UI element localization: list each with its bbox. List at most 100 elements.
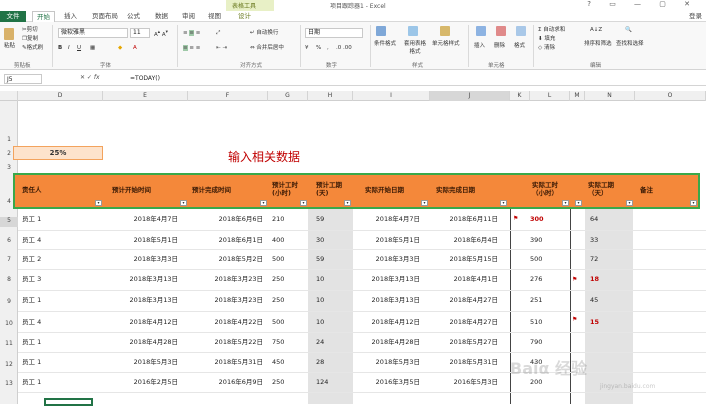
cell-plan-hours[interactable]: 250 — [272, 378, 302, 386]
selected-cell[interactable] — [44, 398, 93, 406]
cell-plan-days[interactable]: 24 — [316, 338, 346, 346]
cell-actual-end[interactable]: 2018年6月11日 — [420, 215, 498, 223]
column-header-I[interactable]: I — [353, 91, 430, 101]
cell-plan-start[interactable]: 2018年3月13日 — [103, 296, 178, 304]
tab-file[interactable]: 文件 — [0, 11, 26, 22]
fx-icon[interactable]: ✕ ✓ fx — [80, 74, 100, 81]
cell-plan-end[interactable]: 2016年6月9日 — [188, 378, 263, 386]
align-left-icon[interactable]: ≡ ≡ ≡ — [183, 44, 200, 52]
cell-actual-start[interactable]: 2018年4月7日 — [345, 215, 420, 223]
cell-plan-hours[interactable]: 450 — [272, 358, 302, 366]
row-header[interactable]: 5 — [0, 217, 18, 227]
find-select-button[interactable]: 查找和选择 — [616, 40, 644, 48]
cell-plan-hours[interactable]: 210 — [272, 215, 302, 223]
find-select-icon[interactable]: 🔍 — [625, 26, 632, 34]
column-header-M[interactable]: M — [570, 91, 585, 101]
cell-actual-hours[interactable]: 276 — [530, 275, 560, 283]
cell-actual-start[interactable]: 2016年3月5日 — [345, 378, 420, 386]
copy-button[interactable]: ❐复制 — [22, 35, 38, 43]
cell-actual-end[interactable]: 2018年5月31日 — [420, 358, 498, 366]
table-format-button[interactable]: 套用表格格式 — [402, 40, 428, 56]
cell-actual-start[interactable]: 2018年3月3日 — [345, 255, 420, 263]
cell-actual-start[interactable]: 2018年3月13日 — [345, 296, 420, 304]
formula-input[interactable]: =TODAY() — [130, 74, 160, 84]
column-header-F[interactable]: F — [188, 91, 268, 101]
row-header[interactable]: 11 — [0, 340, 18, 347]
format-cells-icon[interactable] — [516, 26, 526, 36]
cell-owner[interactable]: 员工 3 — [22, 275, 82, 283]
underline-button[interactable]: U — [77, 44, 81, 52]
cell-actual-end[interactable]: 2018年5月27日 — [420, 338, 498, 346]
insert-cells-button[interactable]: 插入 — [474, 42, 485, 50]
cell-plan-days[interactable]: 10 — [316, 296, 346, 304]
filter-dropdown-icon[interactable]: ▾ — [421, 200, 428, 206]
filter-dropdown-icon[interactable]: ▾ — [180, 200, 187, 206]
tab-view[interactable]: 视图 — [208, 11, 221, 22]
sort-filter-button[interactable]: 排序和筛选 — [584, 40, 612, 48]
column-header-G[interactable]: G — [268, 91, 308, 101]
tab-formulas[interactable]: 公式 — [127, 11, 140, 22]
cell-actual-end[interactable]: 2018年5月15日 — [420, 255, 498, 263]
cell-owner[interactable]: 员工 1 — [22, 215, 82, 223]
cell-plan-end[interactable]: 2018年3月23日 — [188, 296, 263, 304]
cell-actual-start[interactable]: 2018年4月12日 — [345, 318, 420, 326]
cell-owner[interactable]: 员工 1 — [22, 378, 82, 386]
comma-button[interactable]: , — [327, 44, 329, 52]
cell-actual-days[interactable]: 15 — [590, 318, 620, 326]
cell-plan-end[interactable]: 2018年5月31日 — [188, 358, 263, 366]
indent-icon[interactable]: ⇤ ⇥ — [216, 44, 227, 52]
cell-actual-hours[interactable]: 200 — [530, 378, 560, 386]
decimal-icon[interactable]: .0 .00 — [336, 44, 352, 52]
window-controls[interactable]: ? ▭ — ▢ ✕ — [587, 0, 698, 8]
cell-actual-start[interactable]: 2018年5月3日 — [345, 358, 420, 366]
cell-owner[interactable]: 员工 1 — [22, 338, 82, 346]
select-all-corner[interactable] — [0, 91, 18, 101]
cell-plan-days[interactable]: 59 — [316, 255, 346, 263]
format-painter-button[interactable]: ✎格式刷 — [22, 44, 43, 52]
conditional-format-icon[interactable] — [376, 26, 386, 36]
cell-styles-button[interactable]: 单元格样式 — [432, 40, 460, 48]
grow-font-icon[interactable]: A▴ A▾ — [154, 29, 168, 39]
column-header-J[interactable]: J — [430, 91, 510, 101]
cell-plan-end[interactable]: 2018年3月23日 — [188, 275, 263, 283]
cell-owner[interactable]: 员工 4 — [22, 318, 82, 326]
progress-percent-cell[interactable]: 25% — [13, 146, 103, 160]
header-plan-days[interactable]: 预计工期 (天) — [316, 181, 350, 197]
cell-owner[interactable]: 员工 1 — [22, 296, 82, 304]
row-header[interactable]: 9 — [0, 298, 18, 305]
cell-styles-icon[interactable] — [440, 26, 450, 36]
header-actual-days[interactable]: 实际工期 （天） — [588, 181, 628, 197]
filter-dropdown-icon[interactable]: ▾ — [95, 200, 102, 206]
filter-dropdown-icon[interactable]: ▾ — [626, 200, 633, 206]
header-actual-end[interactable]: 实际完成日期 — [436, 186, 475, 194]
cell-plan-end[interactable]: 2018年6月6日 — [188, 215, 263, 223]
tab-home[interactable]: 开始 — [32, 11, 55, 22]
cell-plan-days[interactable]: 124 — [316, 378, 346, 386]
row-header[interactable]: 3 — [0, 164, 18, 171]
cell-actual-days[interactable]: 33 — [590, 236, 620, 244]
paste-label[interactable]: 粘贴 — [4, 42, 15, 50]
cell-actual-days[interactable]: 64 — [590, 215, 620, 223]
cell-plan-days[interactable]: 59 — [316, 215, 346, 223]
cell-plan-start[interactable]: 2018年4月7日 — [103, 215, 178, 223]
login-link[interactable]: 登录 — [689, 11, 702, 22]
cell-plan-hours[interactable]: 500 — [272, 255, 302, 263]
delete-cells-button[interactable]: 删除 — [494, 42, 505, 50]
cell-plan-hours[interactable]: 750 — [272, 338, 302, 346]
cell-plan-days[interactable]: 30 — [316, 236, 346, 244]
cut-button[interactable]: ✂剪切 — [22, 26, 38, 34]
format-cells-button[interactable]: 格式 — [514, 42, 525, 50]
tab-data[interactable]: 数据 — [155, 11, 168, 22]
cell-plan-start[interactable]: 2016年2月5日 — [103, 378, 178, 386]
cell-actual-hours[interactable]: 390 — [530, 236, 560, 244]
filter-dropdown-icon[interactable]: ▾ — [500, 200, 507, 206]
header-actual-hours[interactable]: 实际工时 （小时） — [532, 181, 572, 197]
font-size-select[interactable]: 11 — [130, 28, 150, 38]
cell-actual-days[interactable]: 18 — [590, 275, 620, 283]
row-header[interactable]: 12 — [0, 361, 18, 368]
cell-plan-days[interactable]: 10 — [316, 318, 346, 326]
cell-actual-end[interactable]: 2016年5月3日 — [420, 378, 498, 386]
table-format-icon[interactable] — [408, 26, 418, 36]
cell-plan-start[interactable]: 2018年3月3日 — [103, 255, 178, 263]
cell-actual-end[interactable]: 2018年4月27日 — [420, 318, 498, 326]
